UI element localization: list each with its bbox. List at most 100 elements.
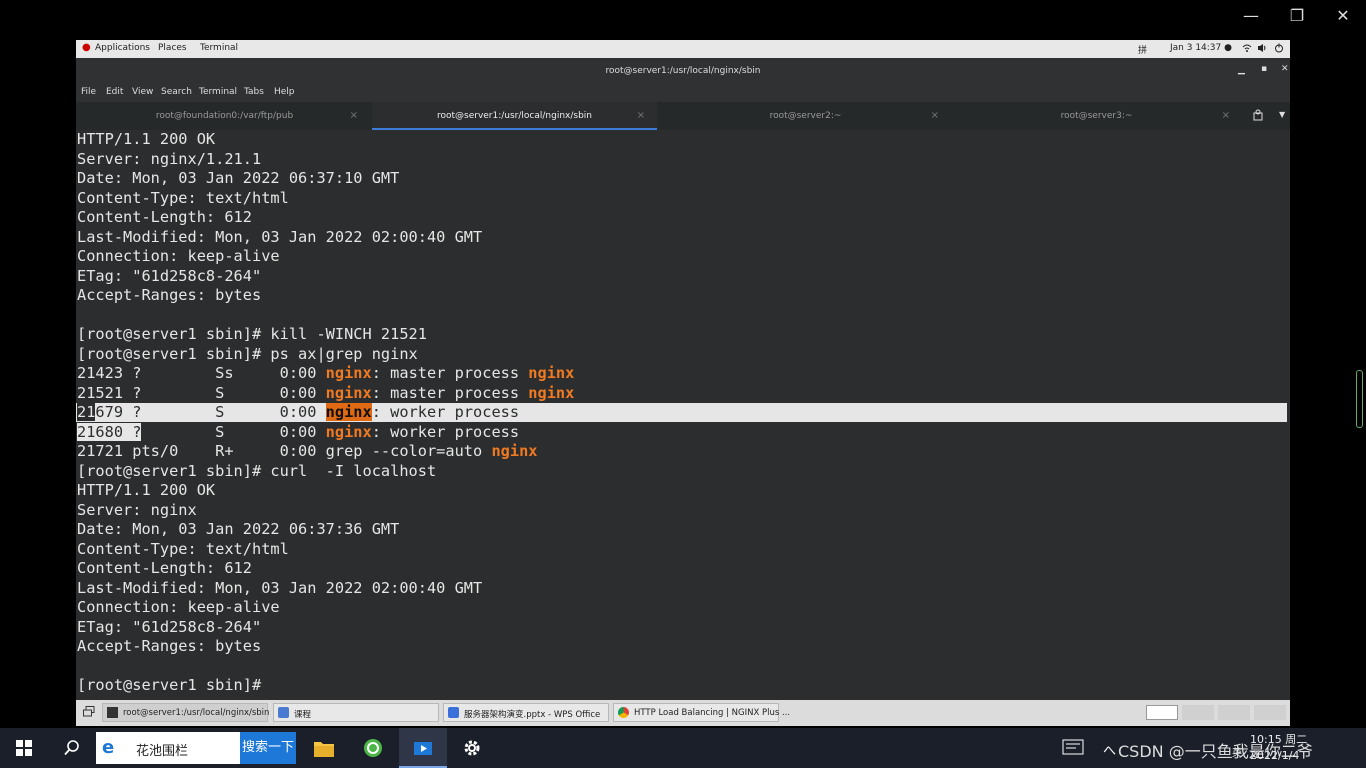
output-line: Connection: keep-alive <box>77 598 280 616</box>
tab-label: root@server2:~ <box>769 111 842 121</box>
workspace-3[interactable] <box>1218 705 1250 720</box>
ps-text: 21680 ? <box>77 422 142 441</box>
tab-close-icon[interactable]: × <box>931 110 939 121</box>
output-line: HTTP/1.1 200 OK <box>77 481 216 499</box>
output-line: Last-Modified: Mon, 03 Jan 2022 02:00:40… <box>77 578 483 597</box>
menu-tabs[interactable]: Tabs <box>244 87 264 97</box>
ps-text: : master process <box>371 383 529 402</box>
search-icon[interactable] <box>48 728 96 768</box>
output-line: Server: nginx/1.21.1 <box>77 149 262 168</box>
close-icon[interactable]: ✕ <box>1328 6 1358 25</box>
tab-label: root@server3:~ <box>1060 111 1133 121</box>
vm-task-terminal[interactable]: root@server1:/usr/local/nginx/sbin <box>102 703 270 722</box>
terminal-output[interactable]: HTTP/1.1 200 OK Server: nginx/1.21.1 Dat… <box>76 130 1290 700</box>
ps-row: 21423 ? Ss 0:00 nginx: master process ng… <box>77 364 574 383</box>
vm-task-files[interactable]: 课程 <box>273 703 439 722</box>
menu-view[interactable]: View <box>132 87 153 97</box>
clock[interactable]: Jan 3 14:37 ● <box>1170 43 1232 53</box>
ps-text: : master process <box>371 364 529 382</box>
output-line: Connection: keep-alive <box>77 247 280 265</box>
workspace-2[interactable] <box>1182 705 1214 720</box>
match-highlight: nginx <box>325 403 372 421</box>
ie-icon: e <box>102 737 115 758</box>
command-line: [root@server1 sbin]# kill -WINCH 21521 <box>77 325 427 343</box>
volume-icon[interactable] <box>1257 43 1267 56</box>
output-line: Content-Length: 612 <box>77 208 252 226</box>
tab-server2[interactable]: root@server2:~ × <box>660 102 951 130</box>
output-line: Date: Mon, 03 Jan 2022 06:37:36 GMT <box>77 520 400 538</box>
video-app-icon[interactable] <box>399 728 447 768</box>
search-go-button[interactable]: 搜索一下 <box>240 732 296 764</box>
task-label: root@server1:/usr/local/nginx/sbin <box>123 708 270 718</box>
ime-indicator[interactable]: 英 <box>1232 744 1242 759</box>
tab-close-icon[interactable]: × <box>350 110 358 121</box>
output-line: Accept-Ranges: bytes <box>77 637 262 655</box>
restore-icon[interactable]: ❐ <box>1282 6 1312 25</box>
workspace-1[interactable] <box>1146 705 1178 720</box>
window-minimize-icon[interactable]: ▁ <box>1238 65 1245 75</box>
places-menu[interactable]: Places <box>158 43 187 53</box>
ps-text: 21721 pts/0 R+ 0:00 grep --color=auto <box>77 442 492 460</box>
chrome-icon <box>618 707 629 718</box>
minimize-icon[interactable]: — <box>1236 6 1266 25</box>
match-highlight: nginx <box>325 364 372 382</box>
vm-task-browser[interactable]: HTTP Load Balancing | NGINX Plus ... <box>613 703 790 722</box>
windows-taskbar: e 花池围栏 搜索一下 へ CSDN @一只鱼我是你二爷 英 10:15 周二 … <box>0 728 1366 768</box>
output-line: Content-Type: text/html <box>77 539 289 558</box>
task-label: 课程 <box>294 710 312 720</box>
show-desktop-icon[interactable] <box>83 706 95 717</box>
wifi-icon[interactable] <box>1242 43 1252 56</box>
ime-indicator[interactable]: 拼 <box>1138 43 1147 56</box>
terminal-menu[interactable]: Terminal <box>200 43 238 53</box>
window-maximize-icon[interactable]: ▪ <box>1261 64 1267 74</box>
output-line: Last-Modified: Mon, 03 Jan 2022 02:00:40… <box>77 227 483 246</box>
taskbar-date[interactable]: 2022/1/4 <box>1250 749 1299 762</box>
ps-text: S 0:00 <box>141 422 326 441</box>
tab-label: root@foundation0:/var/ftp/pub <box>155 111 294 121</box>
menu-file[interactable]: File <box>81 87 96 97</box>
ps-text: 679 ? S 0:00 <box>95 403 326 421</box>
menu-search[interactable]: Search <box>161 87 192 97</box>
applications-menu[interactable]: Applications <box>95 43 150 53</box>
menu-edit[interactable]: Edit <box>106 87 123 97</box>
tab-server1[interactable]: root@server1:/usr/local/nginx/sbin × <box>372 102 657 130</box>
action-center-icon[interactable] <box>1062 739 1084 759</box>
output-line: Date: Mon, 03 Jan 2022 06:37:10 GMT <box>77 169 400 187</box>
ps-text: : worker process <box>371 403 520 421</box>
vm-task-wps[interactable]: 服务器架构演变.pptx - WPS Office <box>443 703 609 722</box>
file-explorer-icon[interactable] <box>300 728 348 768</box>
tab-close-icon[interactable]: × <box>1222 110 1230 121</box>
new-tab-icon[interactable] <box>1252 109 1264 124</box>
command-line: [root@server1 sbin]# curl -I localhost <box>77 461 437 480</box>
workspace-4[interactable] <box>1254 705 1286 720</box>
tray-chevron-icon[interactable]: へ <box>1103 740 1116 759</box>
settings-gear-icon[interactable] <box>448 728 496 768</box>
output-line: HTTP/1.1 200 OK <box>77 130 216 148</box>
menu-terminal[interactable]: Terminal <box>199 87 237 97</box>
vm-taskbar: root@server1:/usr/local/nginx/sbin 课程 服务… <box>76 700 1290 726</box>
browser-360-icon[interactable] <box>350 728 398 768</box>
tab-foundation0[interactable]: root@foundation0:/var/ftp/pub × <box>79 102 370 130</box>
scrollbar-thumb[interactable] <box>1356 370 1363 428</box>
prompt-line[interactable]: [root@server1 sbin]# <box>77 676 270 695</box>
tab-close-icon[interactable]: × <box>637 110 645 121</box>
window-close-icon[interactable]: ✕ <box>1281 64 1289 74</box>
output-line: Content-Length: 612 <box>77 559 252 577</box>
ps-row: 21721 pts/0 R+ 0:00 grep --color=auto ng… <box>77 442 538 461</box>
window-title-bar: root@server1:/usr/local/nginx/sbin ▁ ▪ ✕ <box>76 58 1290 84</box>
tab-server3[interactable]: root@server3:~ × <box>951 102 1242 130</box>
redhat-icon: ● <box>82 42 91 53</box>
match-highlight: nginx <box>491 442 538 460</box>
ps-row: 21680 ? S 0:00 nginx: worker process <box>77 422 519 442</box>
ps-text: 21 <box>77 403 96 421</box>
ps-text: 21521 ? S 0:00 <box>77 383 326 402</box>
tabs-dropdown-icon[interactable]: ▼ <box>1279 110 1285 119</box>
start-button[interactable] <box>0 728 48 768</box>
power-icon[interactable] <box>1274 43 1284 56</box>
task-label: HTTP Load Balancing | NGINX Plus ... <box>634 708 791 718</box>
menu-help[interactable]: Help <box>274 87 295 97</box>
output-line: ETag: "61d258c8-264" <box>77 617 262 636</box>
search-box[interactable]: e 花池围栏 <box>96 732 240 764</box>
taskbar-time[interactable]: 10:15 周二 <box>1250 731 1307 747</box>
ps-text: 21423 ? Ss 0:00 <box>77 364 326 382</box>
